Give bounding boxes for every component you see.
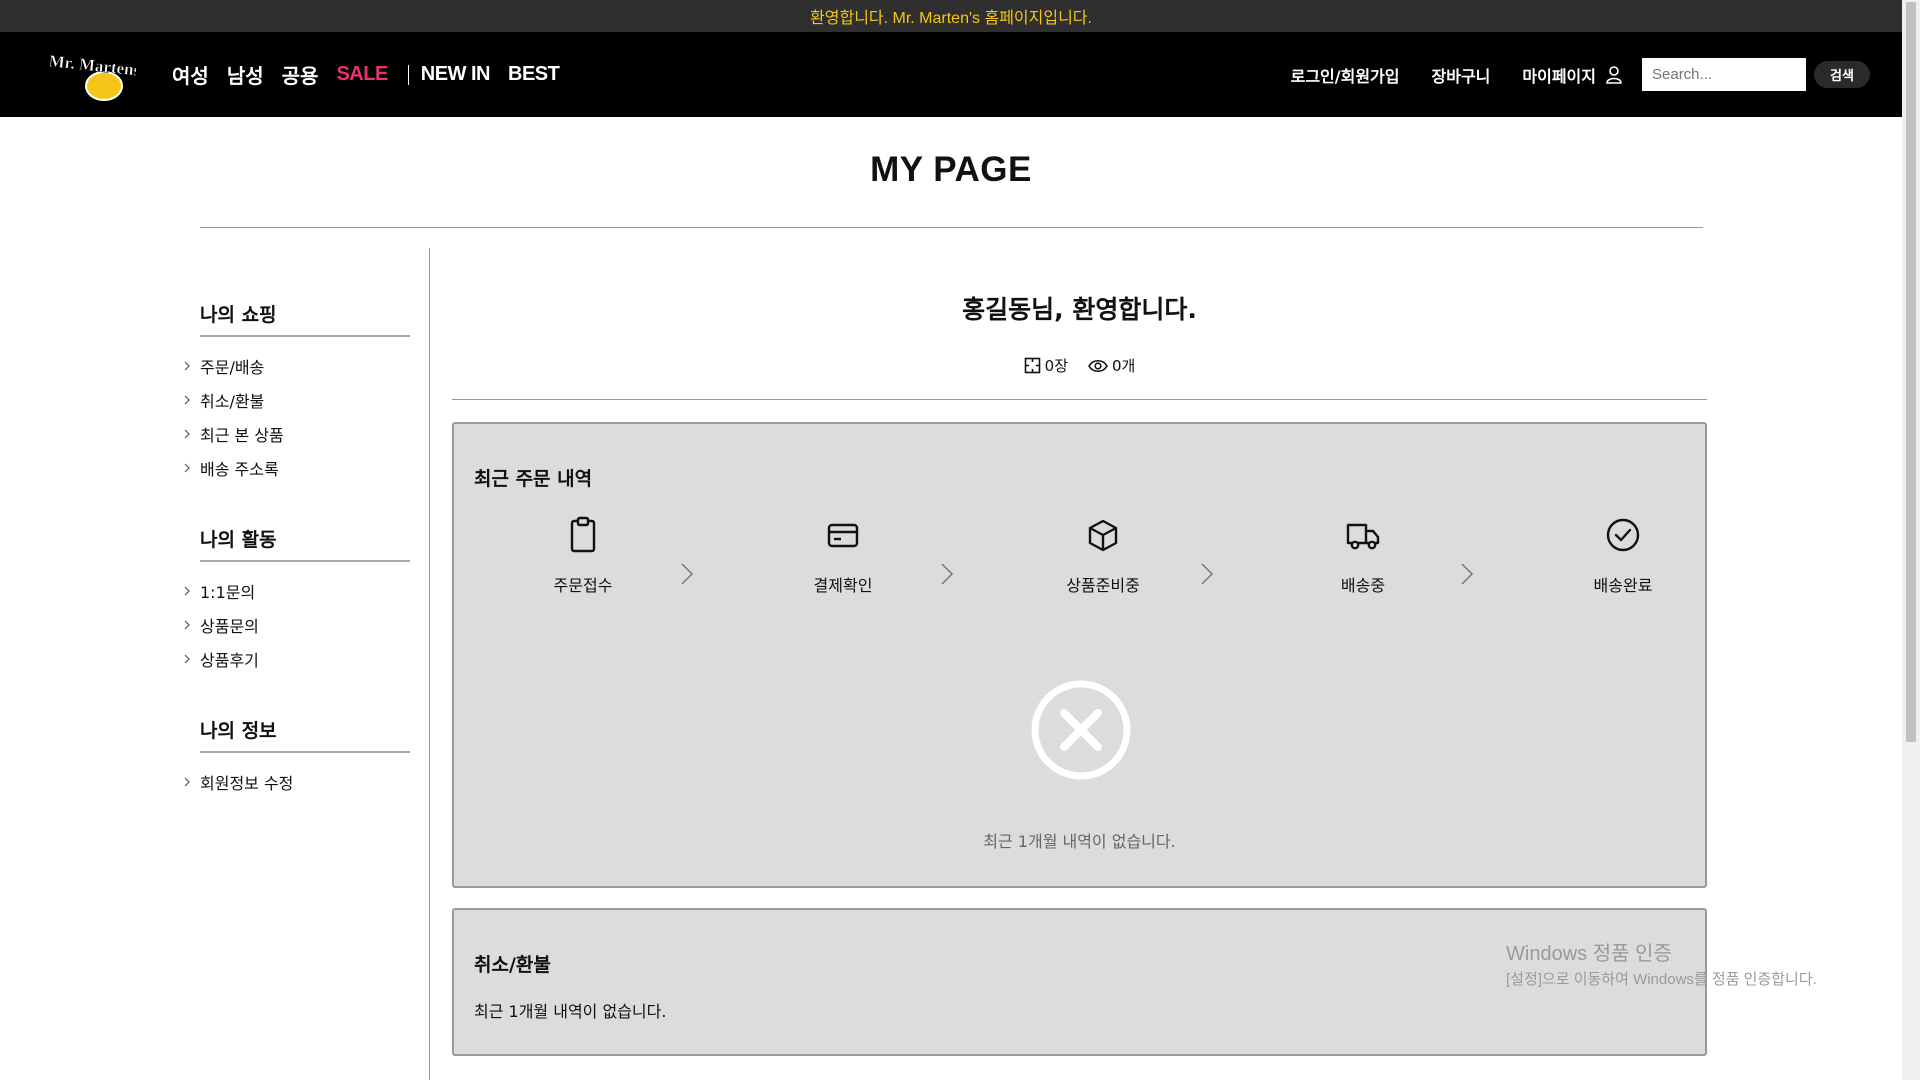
sidebar-item-label: 상품문의 (200, 617, 259, 636)
coupon-stat[interactable]: 0장 (1024, 355, 1068, 376)
welcome-message: 홍길동님, 환영합니다. (962, 295, 1197, 324)
login-link[interactable]: 로그인/회원가입 (1291, 63, 1400, 87)
coupon-count: 0장 (1044, 357, 1068, 375)
step-label: 상품준비중 (1066, 576, 1140, 595)
watermark-title: Windows 정품 인증 (1506, 943, 1672, 965)
cancel-empty-message: 최근 1개월 내역이 없습니다. (474, 1002, 667, 1021)
brand-logo[interactable]: Mr. Martens (44, 46, 136, 104)
recent-orders-title: 최근 주문 내역 (474, 468, 593, 490)
cart-link[interactable]: 장바구니 (1432, 63, 1491, 87)
search-input[interactable] (1642, 58, 1806, 91)
check-circle-icon (1606, 518, 1640, 552)
welcome-divider (452, 399, 1707, 400)
sidebar-item-label: 취소/환불 (200, 392, 265, 411)
viewed-stat[interactable]: 0개 (1088, 355, 1135, 376)
viewed-count: 0개 (1112, 357, 1136, 375)
chevron-right-icon (184, 361, 190, 371)
package-icon (1088, 519, 1118, 552)
page-title: MY PAGE (870, 150, 1032, 189)
sidebar-item-addresses[interactable]: 배송 주소록 (184, 451, 410, 485)
sidebar-item-label: 주문/배송 (200, 358, 265, 377)
chevron-right-icon (184, 586, 190, 596)
x-circle-icon (1031, 680, 1131, 780)
order-status-steps: 주문접수 결제확인 상품준비중 배송중 배송완료 (454, 516, 1705, 616)
chevron-right-icon (1461, 563, 1474, 585)
mypage-link[interactable]: 마이페이지 (1522, 63, 1622, 87)
nav-best[interactable]: BEST (508, 63, 560, 86)
chevron-right-icon (184, 620, 190, 630)
user-nav: 로그인/회원가입 장바구니 마이페이지 검색 (1291, 32, 1902, 117)
announcement-text: 환영합니다. Mr. Marten's 홈페이지입니다. (810, 10, 1092, 27)
step-label: 결제확인 (813, 576, 873, 595)
sidebar-group-info: 회원정보 수정 (184, 765, 410, 799)
step-payment-confirmed[interactable]: 결제확인 (763, 516, 923, 596)
credit-card-icon (827, 523, 859, 548)
step-label: 배송중 (1340, 576, 1386, 595)
chevron-right-icon (1201, 563, 1214, 585)
main-nav: 여성 남성 공용 SALE NEW IN BEST (172, 32, 577, 117)
title-divider (200, 227, 1703, 228)
sidebar-item-label: 상품후기 (200, 651, 259, 670)
clipboard-icon (570, 516, 596, 553)
nav-women[interactable]: 여성 (172, 60, 209, 89)
user-stats: 0장 0개 (452, 355, 1707, 376)
sidebar-item-cancel[interactable]: 취소/환불 (184, 383, 410, 417)
chevron-right-icon (184, 654, 190, 664)
sidebar-item-edit-profile[interactable]: 회원정보 수정 (184, 765, 410, 799)
page-scrollbar[interactable] (1902, 0, 1920, 1080)
eye-icon (1088, 359, 1108, 372)
step-preparing[interactable]: 상품준비중 (1023, 516, 1183, 596)
step-delivered[interactable]: 배송완료 (1543, 516, 1703, 596)
cancel-refund-title: 취소/환불 (474, 954, 551, 976)
sidebar-item-product-qa[interactable]: 상품문의 (184, 608, 410, 642)
sidebar-item-label: 회원정보 수정 (200, 774, 294, 793)
nav-men[interactable]: 남성 (227, 60, 264, 89)
user-icon (1606, 65, 1622, 84)
sidebar-item-label: 최근 본 상품 (200, 426, 284, 445)
sidebar-item-label: 배송 주소록 (200, 460, 279, 479)
chevron-right-icon (184, 463, 190, 473)
step-order-received[interactable]: 주문접수 (503, 516, 663, 596)
nav-new-in[interactable]: NEW IN (421, 63, 491, 86)
truck-icon (1346, 523, 1380, 550)
sidebar-group-title: 나의 활동 (200, 525, 410, 562)
announcement-bar: 환영합니다. Mr. Marten's 홈페이지입니다. (0, 0, 1902, 32)
sidebar-group-title: 나의 쇼핑 (200, 300, 410, 337)
sidebar-group-shopping: 주문/배송 취소/환불 최근 본 상품 배송 주소록 (184, 349, 410, 485)
chevron-right-icon (184, 429, 190, 439)
step-label: 배송완료 (1593, 576, 1653, 595)
step-shipping[interactable]: 배송중 (1283, 516, 1443, 596)
site-header: Mr. Martens 여성 남성 공용 SALE NEW IN BEST 로그… (0, 32, 1902, 117)
sidebar-item-inquiry[interactable]: 1:1문의 (184, 574, 410, 608)
step-label: 주문접수 (553, 576, 613, 595)
chevron-right-icon (941, 563, 954, 585)
nav-unisex[interactable]: 공용 (282, 60, 319, 89)
sidebar-item-label: 1:1문의 (200, 583, 256, 602)
chevron-right-icon (184, 395, 190, 405)
sidebar-divider (429, 248, 430, 1080)
sidebar-group-activity: 1:1문의 상품문의 상품후기 (184, 574, 410, 676)
windows-activation-watermark: Windows 정품 인증 [설정]으로 이동하여 Windows를 정품 인증… (1506, 937, 1817, 989)
mypage-sidebar: 나의 쇼핑 주문/배송 취소/환불 최근 본 상품 배송 주소록 나의 활동 1… (184, 300, 410, 839)
sidebar-group-title: 나의 정보 (200, 716, 410, 753)
watermark-subtitle: [설정]으로 이동하여 Windows를 정품 인증합니다. (1506, 971, 1817, 988)
search-button[interactable]: 검색 (1814, 61, 1870, 88)
scrollbar-thumb[interactable] (1906, 2, 1916, 742)
mypage-label: 마이페이지 (1522, 66, 1596, 86)
chevron-right-icon (184, 777, 190, 787)
sidebar-item-recent[interactable]: 최근 본 상품 (184, 417, 410, 451)
nav-sale[interactable]: SALE (336, 63, 388, 86)
sidebar-item-reviews[interactable]: 상품후기 (184, 642, 410, 676)
chevron-right-icon (681, 563, 694, 585)
coupon-icon (1024, 357, 1040, 374)
nav-divider (407, 64, 409, 85)
sidebar-item-orders[interactable]: 주문/배송 (184, 349, 410, 383)
orders-empty-message: 최근 1개월 내역이 없습니다. (983, 832, 1176, 851)
recent-orders-panel: 최근 주문 내역 주문접수 결제확인 상품준비중 배송중 배송완료 최근 1개월… (452, 422, 1707, 888)
